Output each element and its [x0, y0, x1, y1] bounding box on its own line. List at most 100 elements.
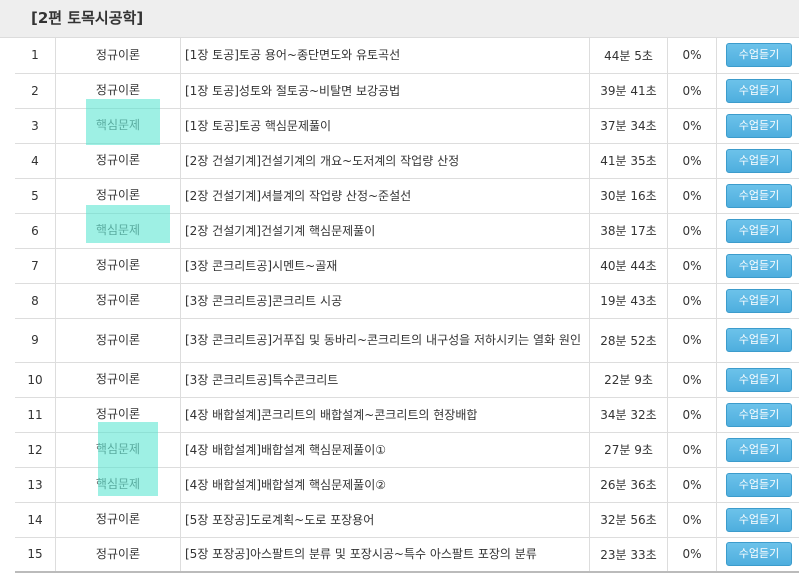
lecture-number: 3 [15, 108, 56, 144]
lecture-duration: 28분 52초 [589, 318, 668, 363]
lecture-row: 9 정규이론 [3장 콘크리트공]거푸집 및 동바리~콘크리트의 내구성을 저하시키… [15, 318, 799, 363]
lecture-action-cell: 수업듣기 [716, 143, 799, 179]
lecture-title: [1장 토공]토공 핵심문제풀이 [180, 108, 590, 144]
lecture-action-cell: 수업듣기 [716, 502, 799, 538]
lecture-title: [1장 토공]성토와 절토공~비탈면 보강공법 [180, 73, 590, 109]
lecture-number: 11 [15, 397, 56, 433]
attend-lecture-button[interactable]: 수업듣기 [726, 43, 792, 68]
lecture-row: 12 핵심문제 [4장 배합설계]배합설계 핵심문제풀이① 27분 9초 0% 수업듣기 [15, 432, 799, 468]
lecture-title: [1장 토공]토공 용어~종단면도와 유토곡선 [180, 38, 590, 74]
attend-lecture-button[interactable]: 수업듣기 [726, 78, 792, 103]
lecture-action-cell: 수업듣기 [716, 213, 799, 249]
lecture-title: [2장 건설기계]건설기계의 개요~도저계의 작업량 산정 [180, 143, 590, 179]
lecture-progress: 0% [667, 213, 717, 249]
lecture-duration: 39분 41초 [589, 73, 668, 109]
lecture-progress: 0% [667, 432, 717, 468]
lecture-duration: 41분 35초 [589, 143, 668, 179]
attend-lecture-button[interactable]: 수업듣기 [726, 402, 792, 427]
lecture-type-cell: 정규이론 [55, 143, 181, 179]
attend-lecture-button[interactable]: 수업듣기 [726, 288, 792, 313]
lecture-number: 13 [15, 467, 56, 503]
lecture-type: 핵심문제 [95, 442, 141, 456]
lecture-duration: 27분 9초 [589, 432, 668, 468]
lecture-number: 8 [15, 283, 56, 319]
lecture-type-cell: 핵심문제 [55, 467, 181, 503]
lecture-type: 정규이론 [95, 407, 141, 421]
lecture-type: 정규이론 [95, 332, 141, 347]
lecture-progress: 0% [667, 38, 717, 74]
lecture-list-page: [2편 토목시공학] 1 정규이론 [1장 토공]토공 용어~종단면도와 유토곡선 4… [0, 0, 799, 585]
lecture-row: 8 정규이론 [3장 콘크리트공]콘크리트 시공 19분 43초 0% 수업듣기 [15, 283, 799, 319]
attend-lecture-button[interactable]: 수업듣기 [726, 472, 792, 497]
lecture-duration: 40분 44초 [589, 248, 668, 284]
lecture-type: 정규이론 [95, 47, 141, 62]
lecture-action-cell: 수업듣기 [716, 432, 799, 468]
attend-lecture-button[interactable]: 수업듣기 [726, 113, 792, 138]
lecture-row: 6 핵심문제 [2장 건설기계]건설기계 핵심문제풀이 38분 17초 0% 수업듣기 [15, 213, 799, 249]
attend-lecture-button[interactable]: 수업듣기 [726, 148, 792, 173]
lecture-progress: 0% [667, 397, 717, 433]
lecture-progress: 0% [667, 108, 717, 144]
attend-lecture-button[interactable]: 수업듣기 [726, 253, 792, 278]
lecture-title: [5장 포장공]도로계획~도로 포장용어 [180, 502, 590, 538]
lecture-type: 핵심문제 [95, 477, 141, 491]
lecture-progress: 0% [667, 178, 717, 214]
lecture-type: 정규이론 [95, 372, 141, 386]
lecture-duration: 30분 16초 [589, 178, 668, 214]
attend-lecture-button[interactable]: 수업듣기 [726, 367, 792, 392]
lecture-row: 7 정규이론 [3장 콘크리트공]시멘트~골재 40분 44초 0% 수업듣기 [15, 248, 799, 284]
lecture-action-cell: 수업듣기 [716, 178, 799, 214]
lecture-title: [2장 건설기계]건설기계 핵심문제풀이 [180, 213, 590, 249]
lecture-progress: 0% [667, 362, 717, 398]
lecture-number: 12 [15, 432, 56, 468]
attend-lecture-button[interactable]: 수업듣기 [726, 183, 792, 208]
lecture-type: 정규이론 [95, 83, 141, 97]
lecture-duration: 26분 36초 [589, 467, 668, 503]
lecture-number: 6 [15, 213, 56, 249]
lecture-row: 1 정규이론 [1장 토공]토공 용어~종단면도와 유토곡선 44분 5초 0% 수업듣기 [15, 38, 799, 74]
lecture-type-cell: 정규이론 [55, 283, 181, 319]
lecture-number: 1 [15, 38, 56, 74]
lecture-type-cell: 정규이론 [55, 397, 181, 433]
attend-lecture-button[interactable]: 수업듣기 [726, 218, 792, 243]
lecture-duration: 38분 17초 [589, 213, 668, 249]
lecture-title: [4장 배합설계]콘크리트의 배합설계~콘크리트의 현장배합 [180, 397, 590, 433]
attend-lecture-button[interactable]: 수업듣기 [726, 507, 792, 532]
attend-lecture-button[interactable]: 수업듣기 [726, 542, 792, 567]
lecture-progress: 0% [667, 318, 717, 363]
lecture-type: 정규이론 [95, 258, 141, 272]
lecture-number: 14 [15, 502, 56, 538]
lecture-action-cell: 수업듣기 [716, 248, 799, 284]
lecture-title: [4장 배합설계]배합설계 핵심문제풀이① [180, 432, 590, 468]
lecture-title: [3장 콘크리트공]특수콘크리트 [180, 362, 590, 398]
attend-lecture-button[interactable]: 수업듣기 [726, 328, 792, 352]
lecture-type-cell: 정규이론 [55, 248, 181, 284]
lecture-duration: 23분 33초 [589, 537, 668, 573]
lecture-progress: 0% [667, 73, 717, 109]
lecture-progress: 0% [667, 248, 717, 284]
lecture-action-cell: 수업듣기 [716, 108, 799, 144]
lecture-title: [3장 콘크리트공]시멘트~골재 [180, 248, 590, 284]
lecture-duration: 32분 56초 [589, 502, 668, 538]
lecture-action-cell: 수업듣기 [716, 467, 799, 503]
lecture-row: 14 정규이론 [5장 포장공]도로계획~도로 포장용어 32분 56초 0% 수업듣기 [15, 502, 799, 538]
lecture-type-cell: 정규이론 [55, 38, 181, 74]
lecture-action-cell: 수업듣기 [716, 397, 799, 433]
lecture-type: 정규이론 [95, 153, 141, 167]
attend-lecture-button[interactable]: 수업듣기 [726, 437, 792, 462]
lecture-duration: 34분 32초 [589, 397, 668, 433]
lecture-number: 5 [15, 178, 56, 214]
lecture-type: 핵심문제 [95, 223, 141, 237]
lecture-row: 10 정규이론 [3장 콘크리트공]특수콘크리트 22분 9초 0% 수업듣기 [15, 362, 799, 398]
lecture-number: 9 [15, 318, 56, 363]
lecture-title: [5장 포장공]아스팔트의 분류 및 포장시공~특수 아스팔트 포장의 분류 [180, 537, 590, 573]
lecture-row: 2 정규이론 [1장 토공]성토와 절토공~비탈면 보강공법 39분 41초 0% 수업듣… [15, 73, 799, 109]
section-title: [2편 토목시공학] [31, 9, 144, 27]
lecture-row: 3 핵심문제 [1장 토공]토공 핵심문제풀이 37분 34초 0% 수업듣기 [15, 108, 799, 144]
lecture-type: 핵심문제 [95, 118, 141, 132]
lecture-number: 4 [15, 143, 56, 179]
lecture-type-cell: 핵심문제 [55, 108, 181, 144]
lecture-number: 7 [15, 248, 56, 284]
lecture-duration: 22분 9초 [589, 362, 668, 398]
lecture-row: 11 정규이론 [4장 배합설계]콘크리트의 배합설계~콘크리트의 현장배합 34분 … [15, 397, 799, 433]
